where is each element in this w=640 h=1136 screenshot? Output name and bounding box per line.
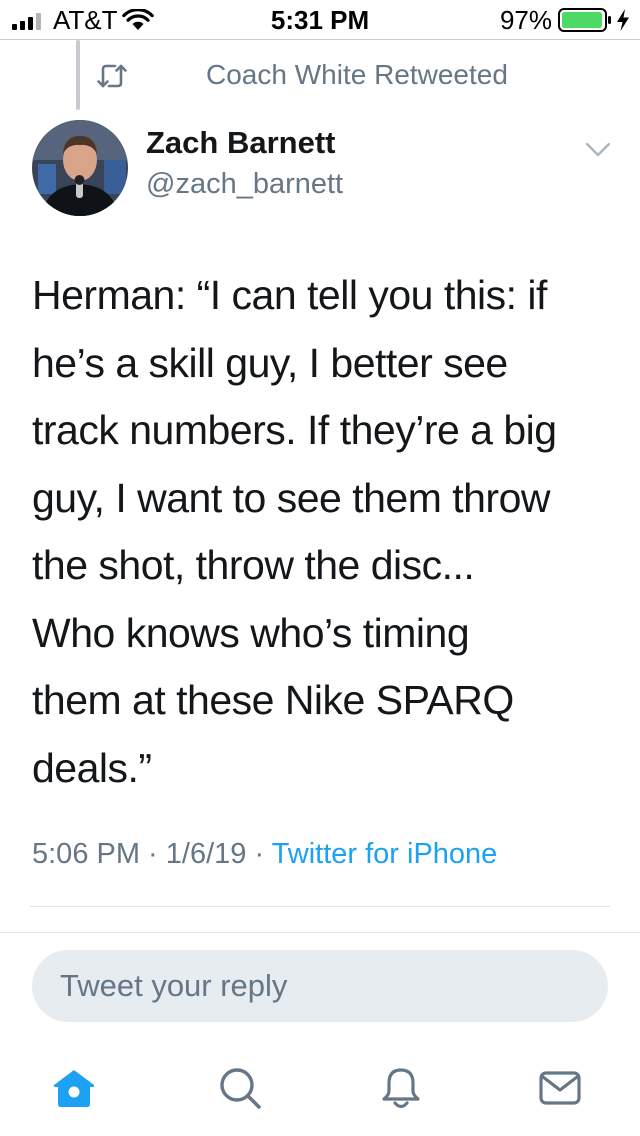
charging-bolt-icon [617,9,629,31]
reply-input[interactable]: Tweet your reply [32,950,608,1022]
status-bar: AT&T 5:31 PM 97% [0,0,640,40]
author-name[interactable]: Zach Barnett [146,124,335,162]
home-icon [53,1070,95,1107]
tweet-text: Herman: “I can tell you this: if he’s a … [32,272,557,791]
tab-search[interactable] [216,1064,264,1112]
avatar[interactable] [32,120,128,216]
status-bar-divider [0,39,640,40]
tab-home[interactable] [50,1064,98,1112]
retweet-icon [97,64,127,88]
chevron-down-icon[interactable] [585,141,611,159]
tweet-metadata: 5:06 PM · 1/6/19 · Twitter for iPhone [32,834,497,874]
tweet-timestamp: 5:06 PM · 1/6/19 · [32,838,272,870]
tweet-detail-screen: AT&T 5:31 PM 97% Coach White Retweeted Z… [0,0,640,1136]
meta-divider [30,906,610,907]
tab-messages[interactable] [536,1064,584,1112]
messages-icon [539,1071,581,1105]
author-handle[interactable]: @zach_barnett [146,166,343,202]
battery-percentage: 97% [499,5,552,35]
reply-placeholder: Tweet your reply [60,968,288,1003]
notifications-icon [382,1068,420,1109]
search-icon [220,1068,261,1109]
thread-line [76,40,80,110]
tab-notifications[interactable] [377,1064,425,1112]
tweet-source-link[interactable]: Twitter for iPhone [272,838,498,870]
retweeted-by-label[interactable]: Coach White Retweeted [206,58,508,92]
battery-icon [558,8,611,32]
reply-divider [0,932,640,933]
